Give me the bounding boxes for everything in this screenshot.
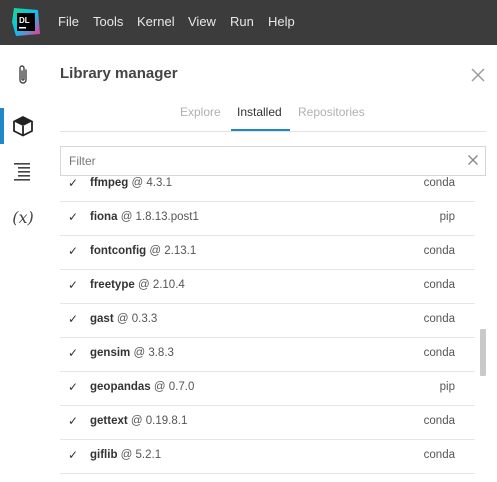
structure-button[interactable] [0,153,46,189]
list-structure-icon [14,163,30,181]
installed-check-icon: ✓ [68,210,79,224]
menu-help[interactable]: Help [268,14,295,29]
installed-check-icon: ✓ [68,380,79,394]
list-scrollbar[interactable] [480,329,486,376]
tab-repositories[interactable]: Repositories [298,105,365,119]
variables-icon: (x) [12,207,34,227]
clear-filter-icon[interactable] [467,154,479,166]
package-name: fontconfig [90,245,147,257]
package-name: fiona [90,211,118,223]
package-name: gast [90,313,114,325]
paperclip-icon [19,65,27,84]
library-manager-button[interactable] [0,108,46,144]
package-name: geopandas [90,381,151,393]
attachments-button[interactable] [0,57,46,93]
package-version: @ 2.10.4 [137,279,185,291]
package-version: @ 2.13.1 [149,245,197,257]
menu-bar: DL File Tools Kernel View Run Help [0,0,497,45]
installed-check-icon: ✓ [68,244,79,258]
package-name: ffmpeg [90,177,129,189]
package-name: freetype [90,279,135,291]
package-name: giflib [90,449,118,461]
tab-installed[interactable]: Installed [237,105,282,119]
package-name: gensim [90,347,131,359]
menu-view[interactable]: View [188,14,216,29]
installed-check-icon: ✓ [68,278,79,292]
installed-check-icon: ✓ [68,448,79,462]
package-row-gensim[interactable]: ✓ gensim @ 3.8.3 conda [60,337,475,372]
app-logo-text: DL [19,16,30,25]
menu-file[interactable]: File [58,14,79,29]
package-row-gettext[interactable]: ✓ gettext @ 0.19.8.1 conda [60,405,475,440]
package-version: @ 0.19.8.1 [130,415,188,427]
filter-placeholder: Filter [69,154,96,168]
package-version: @ 4.3.1 [131,177,172,189]
package-source: pip [439,211,455,223]
package-version: @ 3.8.3 [133,347,174,359]
package-version: @ 0.7.0 [153,381,195,393]
tab-explore[interactable]: Explore [180,105,221,119]
package-row-fontconfig[interactable]: ✓ fontconfig @ 2.13.1 conda [60,235,475,270]
package-row-giflib[interactable]: ✓ giflib @ 5.2.1 conda [60,439,475,474]
package-cube-icon [13,115,33,137]
package-name: gettext [90,415,128,427]
package-row-freetype[interactable]: ✓ freetype @ 2.10.4 conda [60,269,475,304]
package-row-geopandas[interactable]: ✓ geopandas @ 0.7.0 pip [60,371,475,406]
package-source: conda [423,313,455,325]
menu-kernel[interactable]: Kernel [137,14,175,29]
package-source: conda [423,449,455,461]
package-source: conda [423,415,455,427]
menu-tools[interactable]: Tools [93,14,123,29]
panel-title: Library manager [60,65,178,82]
variables-button[interactable]: (x) [0,199,46,235]
installed-check-icon: ✓ [68,176,79,190]
filter-input[interactable]: Filter [60,146,486,176]
package-row-ffmpeg[interactable]: ✓ ffmpeg @ 4.3.1 conda [60,176,475,202]
package-source: conda [423,245,455,257]
menu-run[interactable]: Run [230,14,254,29]
package-version: @ 0.3.3 [116,313,158,325]
package-source: pip [439,381,455,393]
tab-divider [60,131,486,132]
package-source: conda [423,279,455,291]
left-sidebar: (x) [0,45,46,482]
app-logo[interactable]: DL [10,6,42,38]
installed-check-icon: ✓ [68,312,79,326]
package-source: conda [423,177,455,189]
package-row-gast[interactable]: ✓ gast @ 0.3.3 conda [60,303,475,338]
close-icon[interactable] [470,67,486,83]
package-version: @ 1.8.13.post1 [120,211,199,223]
package-source: conda [423,347,455,359]
package-row-fiona[interactable]: ✓ fiona @ 1.8.13.post1 pip [60,201,475,236]
installed-check-icon: ✓ [68,414,79,428]
installed-packages-list: ✓ ffmpeg @ 4.3.1 conda ✓ fiona @ 1.8.13.… [60,176,475,482]
package-version: @ 5.2.1 [120,449,162,461]
installed-check-icon: ✓ [68,346,79,360]
active-tab-underline [231,129,290,131]
